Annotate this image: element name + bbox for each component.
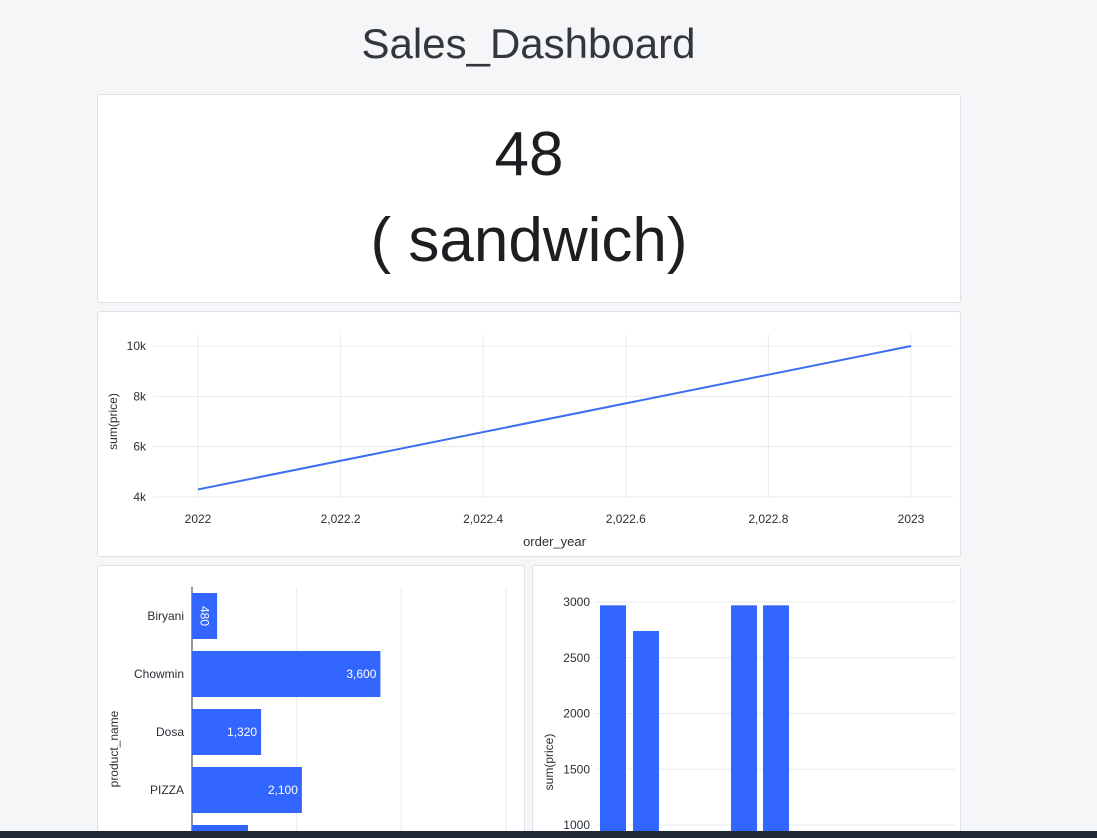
x-tick-label: 2,022.6 [606, 512, 646, 526]
x-tick-label: 2,022.8 [748, 512, 788, 526]
horizontal-bar-chart[interactable]: Biryani 480 Chowmin 3,600 Dosa 1,320 PIZZA 2,10… [98, 566, 525, 838]
y-tick-label: 1500 [563, 762, 590, 776]
category-label: PIZZA [150, 783, 184, 797]
category-label: Biryani [147, 609, 184, 623]
kpi-label: ( sandwich) [370, 206, 688, 275]
line-series [197, 345, 912, 491]
line-chart[interactable]: 2022 2,022.2 2,022.4 2,022.6 2,022.8 2023 4k 6k… [98, 312, 961, 557]
y-tick-label: 3000 [563, 595, 590, 609]
page-title: Sales_Dashboard [361, 20, 696, 67]
data-label: 480 [198, 606, 212, 626]
y-tick-label: 2000 [563, 707, 590, 721]
y-tick-label: 2500 [563, 651, 590, 665]
x-axis-label: order_year [523, 534, 587, 549]
x-tick-label: 2023 [898, 512, 925, 526]
bar [731, 605, 757, 837]
kpi-value: 48 [494, 120, 564, 189]
y-tick-label: 4k [133, 490, 147, 504]
vertical-bar-chart[interactable]: 1000 1500 2000 2500 3000 sum(price) [533, 566, 961, 838]
y-axis-label: sum(price) [106, 393, 120, 450]
line-chart-card: 2022 2,022.2 2,022.4 2,022.6 2,022.8 2023 4k 6k… [97, 311, 961, 557]
y-tick-label: 10k [127, 339, 147, 353]
data-label: 1,320 [227, 725, 257, 739]
bar [633, 630, 659, 837]
vertical-bar-chart-card: 1000 1500 2000 2500 3000 sum(price) [532, 565, 961, 838]
x-tick-label: 2,022.2 [321, 512, 361, 526]
y-tick-label: 6k [133, 440, 147, 454]
category-label: Dosa [156, 725, 184, 739]
bar [600, 605, 626, 837]
x-tick-label: 2022 [185, 512, 212, 526]
category-label: Chowmin [134, 667, 184, 681]
y-axis-label: product_name [107, 710, 121, 787]
bar [763, 605, 789, 837]
y-axis-label: sum(price) [542, 734, 556, 791]
data-label: 3,600 [346, 667, 376, 681]
y-tick-label: 1000 [563, 818, 590, 832]
bottom-status-bar [0, 831, 1097, 838]
x-tick-label: 2,022.4 [463, 512, 503, 526]
horizontal-bar-chart-card: Biryani 480 Chowmin 3,600 Dosa 1,320 PIZZA 2,10… [97, 565, 525, 838]
y-tick-label: 8k [133, 389, 147, 403]
kpi-card: 48 ( sandwich) [97, 94, 961, 303]
data-label: 2,100 [268, 783, 298, 797]
